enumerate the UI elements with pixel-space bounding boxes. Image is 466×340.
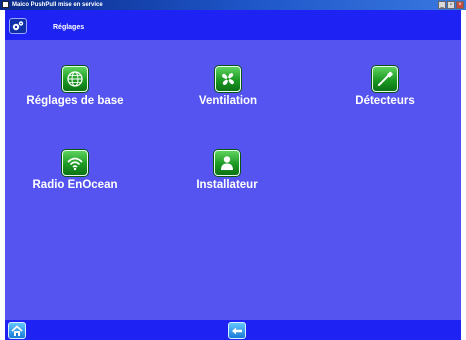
footer-bar (5, 320, 461, 340)
wifi-icon (62, 150, 88, 176)
header-bar: Réglages (5, 10, 461, 40)
app-frame: Réglages Réglages de base Ventilation Dé… (5, 10, 461, 340)
fan-icon (215, 66, 241, 92)
menu-tile-installateur[interactable]: Installateur (157, 150, 297, 191)
menu-tile-label: Détecteurs (355, 95, 415, 107)
window-title: Maico PushPull mise en service (12, 2, 103, 8)
home-button[interactable] (8, 322, 26, 339)
user-icon (214, 150, 240, 176)
settings-gears-icon (9, 18, 27, 34)
menu-tile-label: Ventilation (198, 95, 258, 107)
back-button[interactable] (228, 322, 246, 339)
menu-tile-radio-enocean[interactable]: Radio EnOcean (5, 150, 145, 191)
menu-tile-label: Installateur (196, 179, 258, 191)
minimize-button[interactable]: _ (438, 1, 446, 9)
close-button[interactable]: × (456, 1, 464, 9)
menu-tile-label: Réglages de base (26, 95, 124, 107)
menu-tile-detecteurs[interactable]: Détecteurs (315, 66, 455, 107)
app-icon (2, 1, 9, 8)
page-title: Réglages (53, 24, 85, 31)
menu-tile-reglages-de-base[interactable]: Réglages de base (5, 66, 145, 107)
menu-tile-label: Radio EnOcean (32, 179, 118, 191)
window-title-bar: Maico PushPull mise en service _ ▫ × (0, 0, 466, 10)
window-controls: _ ▫ × (438, 1, 464, 9)
menu-tile-ventilation[interactable]: Ventilation (158, 66, 298, 107)
probe-icon (372, 66, 398, 92)
globe-icon (62, 66, 88, 92)
maximize-button[interactable]: ▫ (447, 1, 455, 9)
